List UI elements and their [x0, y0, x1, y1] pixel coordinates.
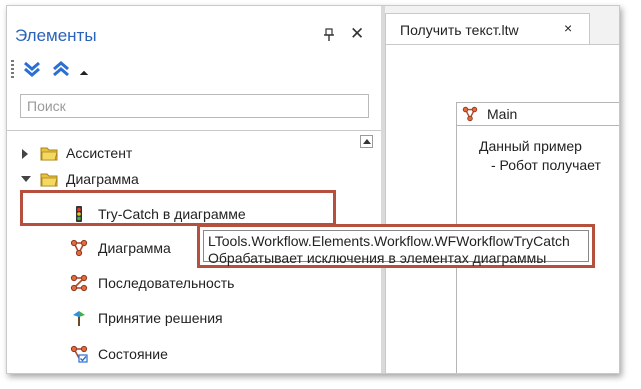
tooltip-type-name: LTools.Workflow.Elements.Workflow.WFWork…	[208, 233, 570, 249]
folder-icon	[40, 147, 58, 161]
tooltip-body: LTools.Workflow.Elements.Workflow.WFWork…	[203, 230, 589, 266]
dropdown-icon[interactable]	[79, 70, 89, 80]
tree-item-label: Последовательность	[98, 275, 235, 291]
tab-document[interactable]: Получить текст.ltw ×	[385, 13, 590, 44]
decision-icon	[73, 311, 85, 326]
tree-item-state[interactable]: Состояние	[7, 343, 207, 367]
node-header: Main	[457, 103, 619, 126]
tooltip-description: Обрабатывает исключения в элементах диаг…	[208, 250, 547, 266]
tree-item-diagram[interactable]: Диаграмма	[7, 237, 207, 261]
tooltip: LTools.Workflow.Elements.Workflow.WFWork…	[197, 224, 595, 268]
tree-item-label: Диаграмма	[98, 240, 171, 256]
node-title: Main	[487, 106, 518, 122]
tree-item-diagram-folder[interactable]: Диаграмма	[7, 168, 207, 192]
tree-item-label: Ассистент	[66, 145, 133, 161]
diagram-icon	[462, 106, 478, 122]
tree-item-label: Состояние	[98, 346, 168, 362]
expand-all-icon[interactable]	[23, 60, 41, 78]
diagram-canvas[interactable]: Main Данный пример - Робот получает	[385, 44, 619, 373]
scroll-up-button[interactable]	[360, 135, 373, 148]
state-icon	[70, 345, 88, 363]
close-icon[interactable]: ✕	[350, 25, 364, 43]
tree-item-assistant[interactable]: Ассистент	[7, 142, 207, 166]
node-description: - Робот получает	[491, 157, 601, 173]
panel-title: Элементы	[15, 26, 97, 45]
tree-item-label: Принятие решения	[98, 310, 223, 326]
pin-icon[interactable]	[323, 28, 335, 42]
sequence-icon	[70, 274, 88, 292]
search-input[interactable]	[20, 94, 369, 118]
tree-item-label: Диаграмма	[66, 171, 139, 187]
editor-area: Получить текст.ltw × Main Данный пример	[385, 6, 619, 373]
tab-label: Получить текст.ltw	[400, 22, 519, 38]
folder-open-icon	[40, 173, 58, 187]
expand-arrow-icon[interactable]	[22, 149, 28, 159]
tree-item-decision[interactable]: Принятие решения	[7, 307, 257, 331]
diagram-icon	[70, 239, 88, 257]
tab-close-icon[interactable]: ×	[564, 20, 572, 36]
node-description: Данный пример	[479, 138, 582, 154]
collapse-arrow-icon[interactable]	[21, 176, 31, 182]
tree-item-sequence[interactable]: Последовательность	[7, 272, 257, 296]
toolbar-grip	[11, 60, 14, 80]
highlight-try-catch	[20, 190, 336, 226]
collapse-all-icon[interactable]	[52, 60, 70, 78]
